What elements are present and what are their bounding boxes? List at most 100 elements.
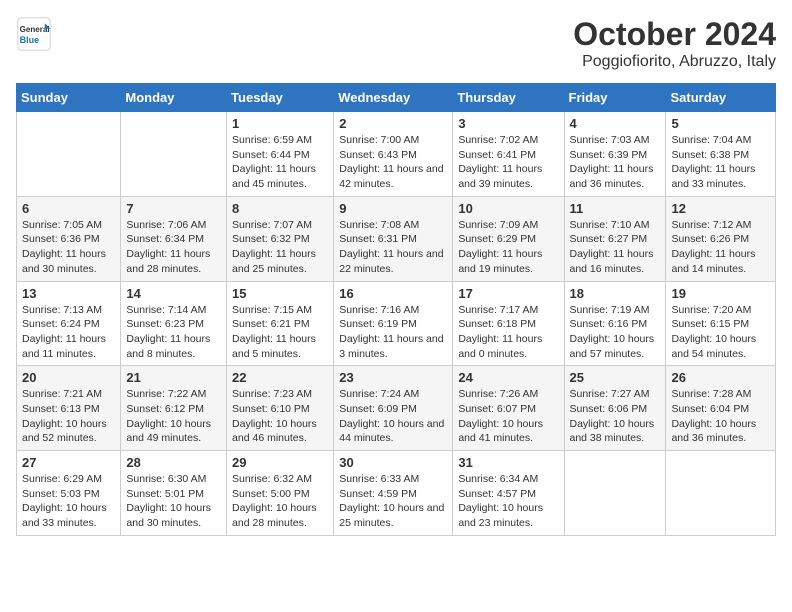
calendar-cell: 7 Sunrise: 7:06 AM Sunset: 6:34 PM Daylig… xyxy=(121,196,227,281)
calendar-cell: 18 Sunrise: 7:19 AM Sunset: 6:16 PM Dayli… xyxy=(564,281,666,366)
col-header-friday: Friday xyxy=(564,84,666,112)
day-number: 31 xyxy=(458,455,558,470)
svg-text:Blue: Blue xyxy=(20,35,40,45)
day-info: Sunrise: 6:29 AM Sunset: 5:03 PM Dayligh… xyxy=(22,472,115,531)
calendar-cell: 6 Sunrise: 7:05 AM Sunset: 6:36 PM Daylig… xyxy=(17,196,121,281)
day-number: 4 xyxy=(570,116,661,131)
location: Poggiofiorito, Abruzzo, Italy xyxy=(573,53,776,71)
calendar-cell: 11Sunrise: 7:10 AM Sunset: 6:27 PM Dayli… xyxy=(564,196,666,281)
day-number: 21 xyxy=(126,370,221,385)
calendar-cell: 30Sunrise: 6:33 AM Sunset: 4:59 PM Dayli… xyxy=(334,451,453,536)
calendar-cell: 4 Sunrise: 7:03 AM Sunset: 6:39 PM Daylig… xyxy=(564,112,666,197)
day-info: Sunrise: 7:20 AM Sunset: 6:15 PM Dayligh… xyxy=(671,303,770,362)
day-info: Sunrise: 7:19 AM Sunset: 6:16 PM Dayligh… xyxy=(570,303,661,362)
calendar-cell: 2 Sunrise: 7:00 AM Sunset: 6:43 PM Daylig… xyxy=(334,112,453,197)
day-number: 24 xyxy=(458,370,558,385)
calendar-cell: 1Sunrise: 6:59 AM Sunset: 6:44 PM Daylig… xyxy=(227,112,334,197)
calendar-cell: 27 Sunrise: 6:29 AM Sunset: 5:03 PM Dayli… xyxy=(17,451,121,536)
day-number: 1 xyxy=(232,116,328,131)
page-header: General Blue October 2024 Poggiofiorito,… xyxy=(16,16,776,71)
day-info: Sunrise: 7:17 AM Sunset: 6:18 PM Dayligh… xyxy=(458,303,558,362)
day-number: 7 xyxy=(126,201,221,216)
day-info: Sunrise: 7:14 AM Sunset: 6:23 PM Dayligh… xyxy=(126,303,221,362)
calendar-cell: 25 Sunrise: 7:27 AM Sunset: 6:06 PM Dayli… xyxy=(564,366,666,451)
calendar-cell: 19Sunrise: 7:20 AM Sunset: 6:15 PM Dayli… xyxy=(666,281,776,366)
calendar-cell: 8 Sunrise: 7:07 AM Sunset: 6:32 PM Daylig… xyxy=(227,196,334,281)
day-number: 28 xyxy=(126,455,221,470)
day-info: Sunrise: 7:21 AM Sunset: 6:13 PM Dayligh… xyxy=(22,387,115,446)
calendar-body: 1Sunrise: 6:59 AM Sunset: 6:44 PM Daylig… xyxy=(17,112,776,536)
calendar-cell: 26Sunrise: 7:28 AM Sunset: 6:04 PM Dayli… xyxy=(666,366,776,451)
day-number: 2 xyxy=(339,116,447,131)
calendar-cell: 13 Sunrise: 7:13 AM Sunset: 6:24 PM Dayli… xyxy=(17,281,121,366)
day-info: Sunrise: 7:05 AM Sunset: 6:36 PM Dayligh… xyxy=(22,218,115,277)
calendar-week-row: 6 Sunrise: 7:05 AM Sunset: 6:36 PM Daylig… xyxy=(17,196,776,281)
calendar-cell xyxy=(564,451,666,536)
day-number: 26 xyxy=(671,370,770,385)
day-number: 12 xyxy=(671,201,770,216)
day-number: 25 xyxy=(570,370,661,385)
day-info: Sunrise: 7:10 AM Sunset: 6:27 PM Dayligh… xyxy=(570,218,661,277)
calendar-week-row: 20 Sunrise: 7:21 AM Sunset: 6:13 PM Dayli… xyxy=(17,366,776,451)
day-number: 18 xyxy=(570,286,661,301)
day-info: Sunrise: 7:04 AM Sunset: 6:38 PM Dayligh… xyxy=(671,133,770,192)
day-info: Sunrise: 6:33 AM Sunset: 4:59 PM Dayligh… xyxy=(339,472,447,531)
day-number: 6 xyxy=(22,201,115,216)
day-info: Sunrise: 7:16 AM Sunset: 6:19 PM Dayligh… xyxy=(339,303,447,362)
day-info: Sunrise: 6:30 AM Sunset: 5:01 PM Dayligh… xyxy=(126,472,221,531)
title-block: October 2024 Poggiofiorito, Abruzzo, Ita… xyxy=(573,16,776,71)
day-number: 27 xyxy=(22,455,115,470)
calendar-cell: 5 Sunrise: 7:04 AM Sunset: 6:38 PM Daylig… xyxy=(666,112,776,197)
calendar-cell xyxy=(666,451,776,536)
calendar-cell: 23 Sunrise: 7:24 AM Sunset: 6:09 PM Dayli… xyxy=(334,366,453,451)
calendar-cell xyxy=(121,112,227,197)
col-header-sunday: Sunday xyxy=(17,84,121,112)
calendar-header-row: SundayMondayTuesdayWednesdayThursdayFrid… xyxy=(17,84,776,112)
col-header-tuesday: Tuesday xyxy=(227,84,334,112)
day-number: 29 xyxy=(232,455,328,470)
day-number: 5 xyxy=(671,116,770,131)
calendar-week-row: 13 Sunrise: 7:13 AM Sunset: 6:24 PM Dayli… xyxy=(17,281,776,366)
day-info: Sunrise: 7:07 AM Sunset: 6:32 PM Dayligh… xyxy=(232,218,328,277)
month-title: October 2024 xyxy=(573,16,776,53)
calendar-cell: 28 Sunrise: 6:30 AM Sunset: 5:01 PM Dayli… xyxy=(121,451,227,536)
calendar-cell: 16 Sunrise: 7:16 AM Sunset: 6:19 PM Dayli… xyxy=(334,281,453,366)
col-header-wednesday: Wednesday xyxy=(334,84,453,112)
day-info: Sunrise: 7:12 AM Sunset: 6:26 PM Dayligh… xyxy=(671,218,770,277)
day-number: 13 xyxy=(22,286,115,301)
calendar-cell: 24Sunrise: 7:26 AM Sunset: 6:07 PM Dayli… xyxy=(453,366,564,451)
day-info: Sunrise: 6:32 AM Sunset: 5:00 PM Dayligh… xyxy=(232,472,328,531)
day-info: Sunrise: 7:00 AM Sunset: 6:43 PM Dayligh… xyxy=(339,133,447,192)
day-info: Sunrise: 7:09 AM Sunset: 6:29 PM Dayligh… xyxy=(458,218,558,277)
calendar-cell: 9 Sunrise: 7:08 AM Sunset: 6:31 PM Daylig… xyxy=(334,196,453,281)
day-info: Sunrise: 6:34 AM Sunset: 4:57 PM Dayligh… xyxy=(458,472,558,531)
calendar-cell: 14 Sunrise: 7:14 AM Sunset: 6:23 PM Dayli… xyxy=(121,281,227,366)
day-number: 3 xyxy=(458,116,558,131)
col-header-thursday: Thursday xyxy=(453,84,564,112)
day-info: Sunrise: 7:24 AM Sunset: 6:09 PM Dayligh… xyxy=(339,387,447,446)
day-number: 20 xyxy=(22,370,115,385)
day-number: 23 xyxy=(339,370,447,385)
day-info: Sunrise: 7:02 AM Sunset: 6:41 PM Dayligh… xyxy=(458,133,558,192)
calendar-table: SundayMondayTuesdayWednesdayThursdayFrid… xyxy=(16,83,776,536)
logo-icon: General Blue xyxy=(16,16,52,52)
day-number: 15 xyxy=(232,286,328,301)
day-info: Sunrise: 7:13 AM Sunset: 6:24 PM Dayligh… xyxy=(22,303,115,362)
calendar-cell: 22Sunrise: 7:23 AM Sunset: 6:10 PM Dayli… xyxy=(227,366,334,451)
calendar-cell xyxy=(17,112,121,197)
day-number: 14 xyxy=(126,286,221,301)
day-number: 8 xyxy=(232,201,328,216)
calendar-week-row: 1Sunrise: 6:59 AM Sunset: 6:44 PM Daylig… xyxy=(17,112,776,197)
day-number: 16 xyxy=(339,286,447,301)
calendar-cell: 3 Sunrise: 7:02 AM Sunset: 6:41 PM Daylig… xyxy=(453,112,564,197)
day-info: Sunrise: 7:08 AM Sunset: 6:31 PM Dayligh… xyxy=(339,218,447,277)
calendar-cell: 15Sunrise: 7:15 AM Sunset: 6:21 PM Dayli… xyxy=(227,281,334,366)
calendar-cell: 29 Sunrise: 6:32 AM Sunset: 5:00 PM Dayli… xyxy=(227,451,334,536)
day-info: Sunrise: 7:23 AM Sunset: 6:10 PM Dayligh… xyxy=(232,387,328,446)
day-info: Sunrise: 7:06 AM Sunset: 6:34 PM Dayligh… xyxy=(126,218,221,277)
calendar-cell: 20 Sunrise: 7:21 AM Sunset: 6:13 PM Dayli… xyxy=(17,366,121,451)
day-info: Sunrise: 7:27 AM Sunset: 6:06 PM Dayligh… xyxy=(570,387,661,446)
col-header-monday: Monday xyxy=(121,84,227,112)
day-number: 9 xyxy=(339,201,447,216)
day-info: Sunrise: 7:03 AM Sunset: 6:39 PM Dayligh… xyxy=(570,133,661,192)
